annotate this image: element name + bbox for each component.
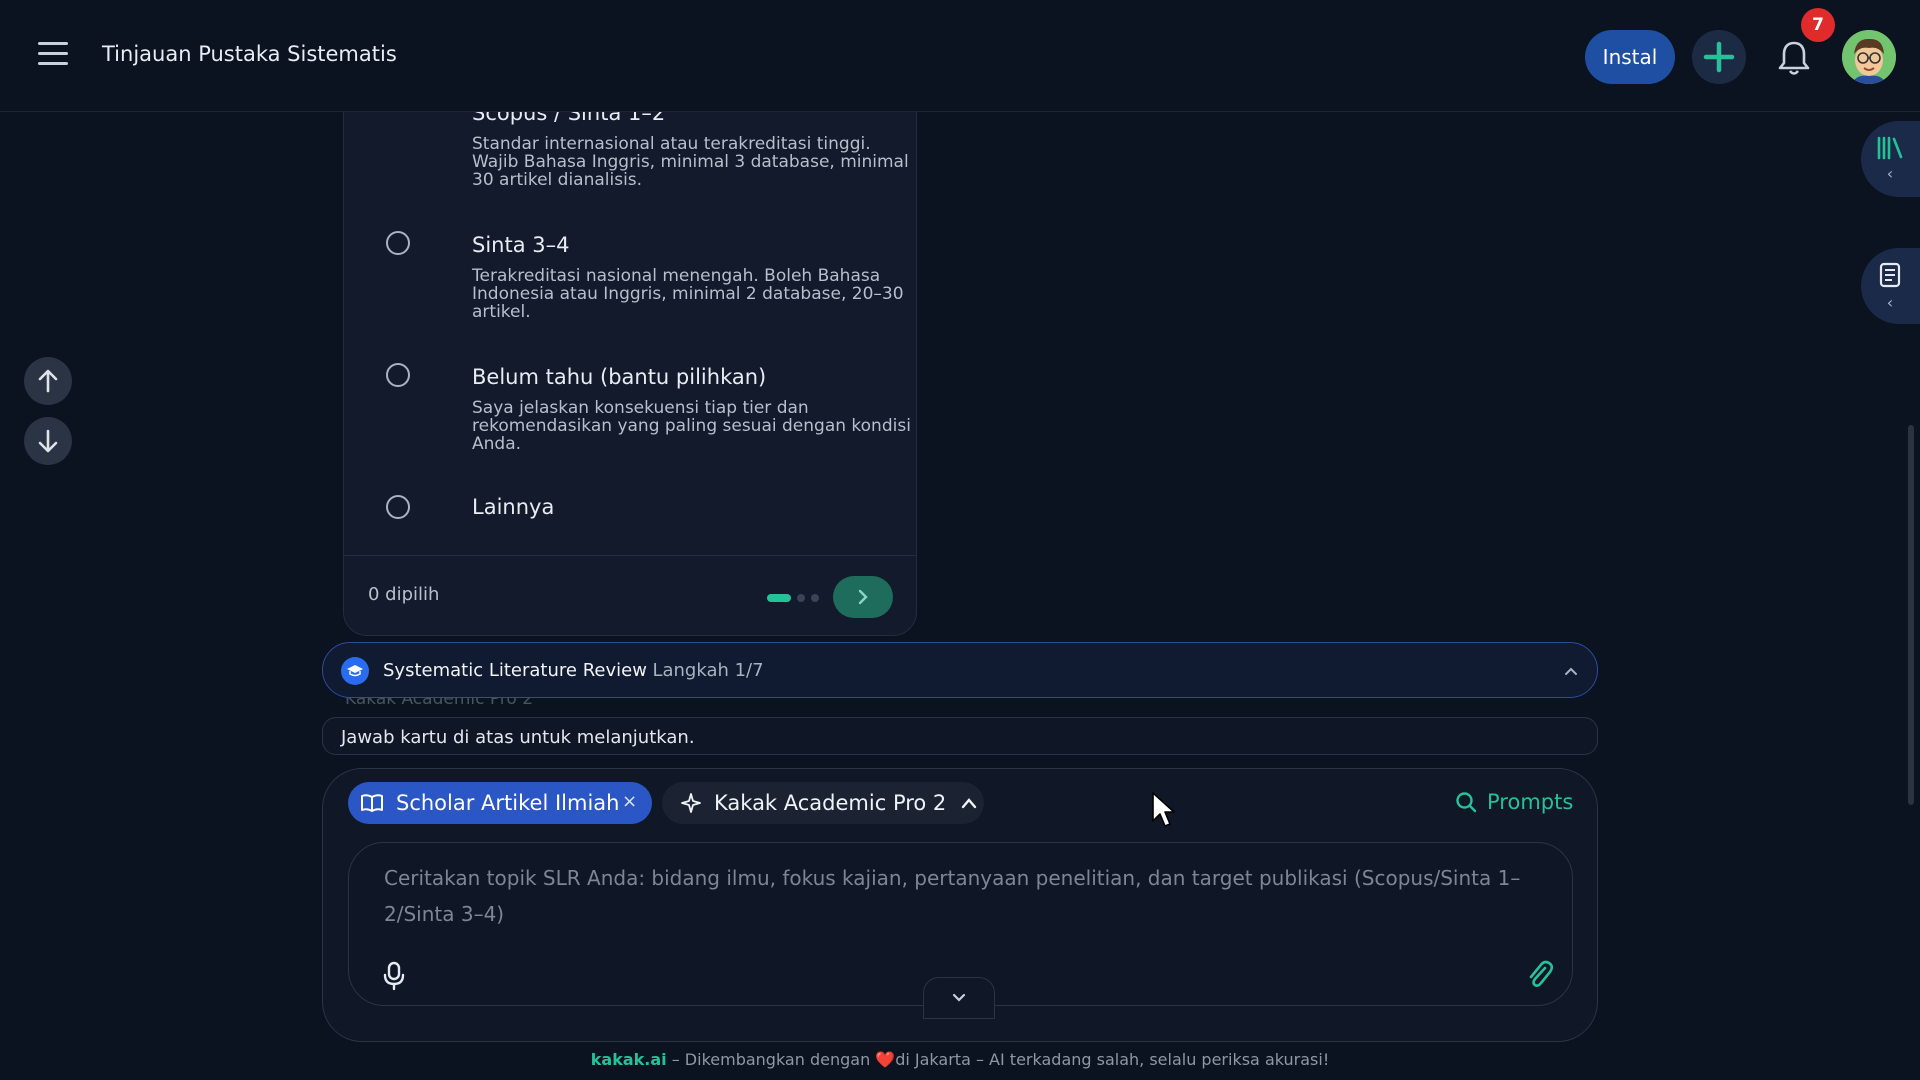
outline-panel-tab[interactable]: ‹: [1861, 248, 1920, 324]
new-chat-button[interactable]: [1692, 30, 1746, 84]
hint-banner: Jawab kartu di atas untuk melanjutkan.: [322, 717, 1598, 755]
chevron-right-icon: [858, 589, 868, 605]
install-button[interactable]: Instal: [1585, 30, 1675, 84]
question-card: Scopus / Sinta 1–2 Standar internasional…: [343, 86, 917, 636]
library-icon: [1877, 136, 1903, 159]
chip-label: Scholar Artikel Ilmiah: [396, 791, 620, 815]
chevron-left-icon: ‹: [1886, 292, 1894, 312]
page-indicator: [767, 594, 819, 602]
arrow-up-icon: [38, 369, 58, 393]
search-icon: [1456, 792, 1477, 813]
chevron-down-icon: [952, 993, 966, 1002]
scrollbar[interactable]: [1908, 425, 1914, 805]
library-panel-tab[interactable]: ‹: [1861, 121, 1920, 197]
notifications-button[interactable]: [1774, 36, 1814, 80]
hint-text: Jawab kartu di atas untuk melanjutkan.: [341, 727, 695, 748]
notification-badge: 7: [1801, 8, 1835, 42]
page-dot: [767, 594, 791, 602]
book-open-icon: [361, 794, 383, 812]
workflow-title: Systematic Literature Review: [383, 660, 647, 681]
selected-count: 0 dipilih: [368, 584, 440, 605]
page-dot: [811, 594, 819, 602]
scroll-icon: [1879, 262, 1901, 287]
chat-composer: Scholar Artikel Ilmiah × Kakak Academic …: [322, 768, 1598, 1042]
brand-link[interactable]: kakak.ai: [591, 1050, 667, 1069]
workflow-step-bar[interactable]: Systematic Literature Review · Langkah 1…: [322, 642, 1598, 698]
input-placeholder: Ceritakan topik SLR Anda: bidang ilmu, f…: [384, 866, 1521, 926]
bell-icon: [1778, 41, 1810, 75]
page-title: Tinjauan Pustaka Sistematis: [102, 42, 397, 66]
chevron-up-icon: [962, 798, 977, 809]
heart-icon: ❤️: [875, 1050, 896, 1069]
radio-button[interactable]: [386, 363, 410, 387]
menu-icon[interactable]: [38, 42, 68, 68]
top-header: Tinjauan Pustaka Sistematis Instal 7: [0, 0, 1920, 112]
plus-icon: [1703, 41, 1735, 73]
workflow-step: · Langkah 1/7: [641, 660, 764, 681]
prompts-label: Prompts: [1487, 790, 1574, 814]
scroll-up-button[interactable]: [24, 357, 72, 405]
option-description: Saya jelaskan konsekuensi tiap tier dan …: [472, 398, 911, 454]
next-button[interactable]: [833, 576, 893, 618]
radio-button[interactable]: [386, 495, 410, 519]
model-selector[interactable]: Kakak Academic Pro 2: [662, 782, 984, 824]
paperclip-icon[interactable]: [1525, 959, 1553, 989]
model-label: Kakak Academic Pro 2: [714, 791, 947, 815]
mouse-cursor-icon: [1152, 792, 1175, 827]
radio-button[interactable]: [386, 231, 410, 255]
avatar[interactable]: [1842, 30, 1896, 84]
option-description: Terakreditasi nasional menengah. Boleh B…: [472, 266, 904, 322]
footer-text: – Dikembangkan dengan: [666, 1050, 876, 1069]
option-label: Lainnya: [472, 495, 555, 519]
scholar-source-chip[interactable]: Scholar Artikel Ilmiah ×: [348, 782, 652, 824]
page-dot: [797, 594, 805, 602]
card-footer: 0 dipilih: [344, 555, 916, 635]
microphone-icon[interactable]: [381, 961, 407, 991]
scroll-down-button[interactable]: [24, 417, 72, 465]
footer-text-2: di Jakarta – AI terkadang salah, selalu …: [895, 1050, 1330, 1069]
option-description: Standar internasional atau terakreditasi…: [472, 134, 909, 190]
option-label: Sinta 3–4: [472, 233, 570, 257]
prompts-button[interactable]: Prompts: [1455, 790, 1573, 814]
chevron-left-icon: ‹: [1886, 163, 1894, 183]
collapse-button[interactable]: [923, 977, 995, 1019]
chevron-up-icon[interactable]: [1563, 666, 1579, 676]
sparkle-icon: [681, 793, 701, 813]
footer: kakak.ai – Dikembangkan dengan ❤️di Jaka…: [0, 1050, 1920, 1069]
option-label: Belum tahu (bantu pilihkan): [472, 365, 767, 389]
graduation-cap-icon: [341, 657, 369, 685]
remove-chip-button[interactable]: ×: [622, 791, 637, 812]
arrow-down-icon: [38, 429, 58, 453]
